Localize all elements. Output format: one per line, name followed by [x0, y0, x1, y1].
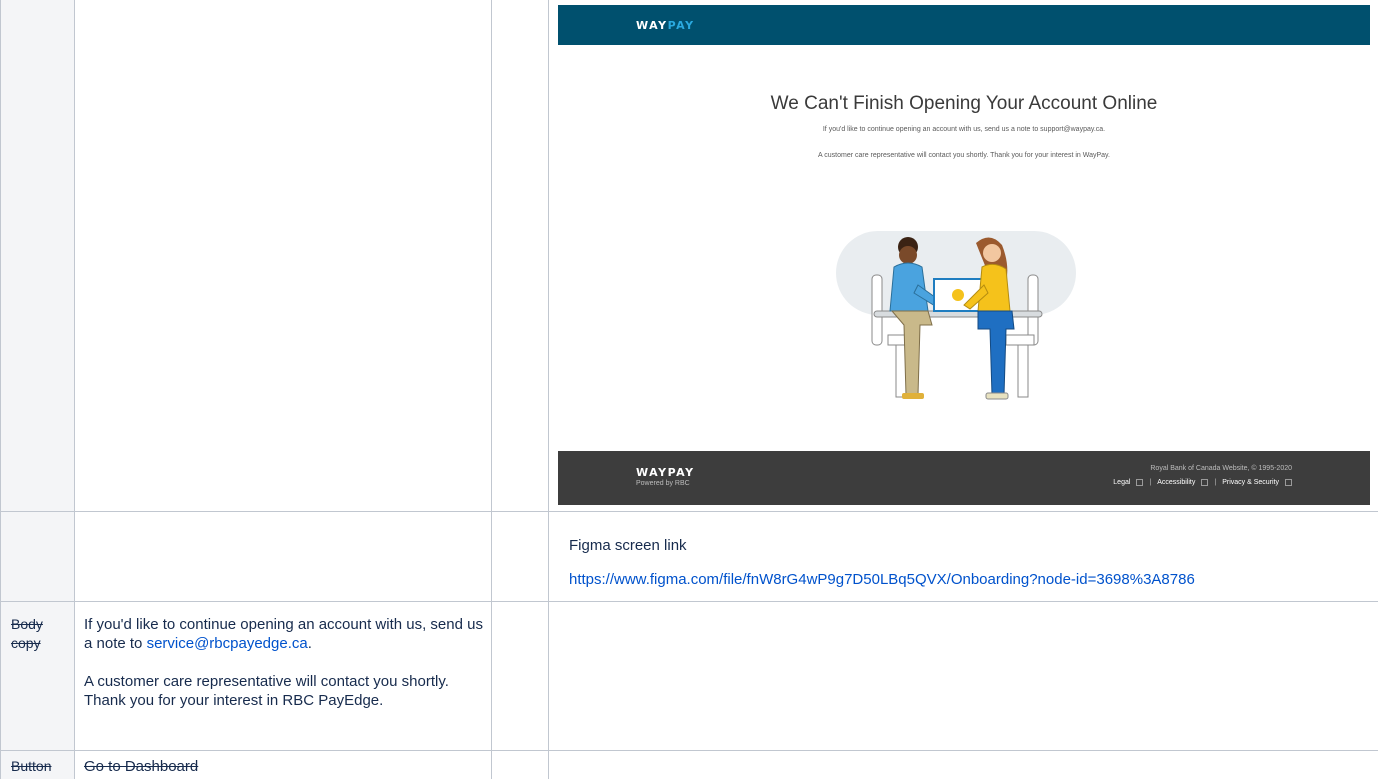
row-label-button: Button [11, 758, 52, 774]
footer-links: Legal | Accessibility | Privacy & Securi… [1113, 479, 1292, 486]
logo-pay: PAY [667, 19, 695, 32]
footer-separator: | [1214, 479, 1217, 486]
footer-logo-pay: PAY [667, 466, 695, 479]
row-divider [0, 750, 1378, 751]
body-copy-paragraph-1: If you'd like to continue opening an acc… [84, 615, 484, 653]
column-divider [491, 0, 492, 779]
button-row-value: Go to Dashboard [84, 758, 199, 775]
column-divider [74, 0, 75, 779]
people-at-desk-illustration [836, 231, 1076, 400]
logo-way: WAY [636, 19, 668, 32]
footer-link-legal[interactable]: Legal [1113, 479, 1130, 486]
row-label-body-copy: Body copy [11, 615, 43, 653]
waypay-logo: WAYPAY [636, 19, 695, 32]
external-link-icon [1201, 479, 1209, 486]
mockup-title: We Can't Finish Opening Your Account Onl… [770, 93, 1158, 114]
powered-by-text: Powered by RBC [636, 480, 690, 487]
row-divider [0, 601, 1378, 602]
label-column-background [0, 0, 74, 779]
figma-label: Figma screen link [569, 537, 687, 554]
footer-link-accessibility[interactable]: Accessibility [1157, 479, 1195, 486]
mockup-footer: WAYPAY Powered by RBC Royal Bank of Cana… [558, 451, 1370, 505]
external-link-icon [1285, 479, 1292, 486]
support-email-link[interactable]: service@rbcpayedge.ca [147, 635, 308, 652]
mockup-body-line-2: A customer care representative will cont… [818, 152, 1110, 159]
column-divider [548, 0, 549, 779]
body-copy-paragraph-2: A customer care representative will cont… [84, 673, 449, 709]
row-divider [0, 511, 1378, 512]
body-copy-period: . [307, 635, 312, 652]
row-label-line: copy [11, 635, 41, 651]
figma-link[interactable]: https://www.figma.com/file/fnW8rG4wP9g7D… [569, 570, 1195, 589]
footer-copyright: Royal Bank of Canada Website, © 1995-202… [1150, 465, 1292, 472]
footer-logo-way: WAY [636, 466, 668, 479]
table-left-border [0, 0, 1, 779]
footer-waypay-logo: WAYPAY [636, 466, 695, 479]
external-link-icon [1136, 479, 1144, 486]
footer-separator: | [1149, 479, 1152, 486]
screen-mockup: WAYPAY We Can't Finish Opening Your Acco… [558, 5, 1370, 505]
mockup-header: WAYPAY [558, 5, 1370, 45]
footer-link-privacy[interactable]: Privacy & Security [1222, 479, 1279, 486]
row-label-line: Body [11, 616, 43, 632]
mockup-body-line-1: If you'd like to continue opening an acc… [822, 126, 1106, 133]
